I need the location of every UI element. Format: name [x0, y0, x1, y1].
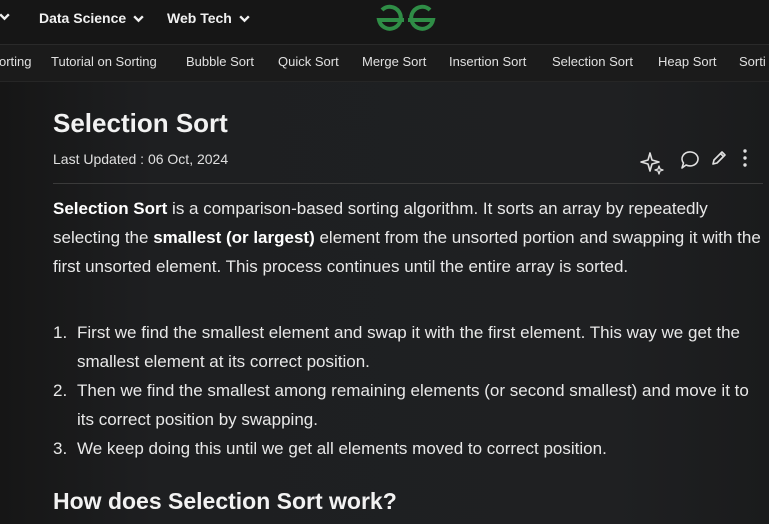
topnav-item-data-science[interactable]: Data Science — [39, 10, 145, 26]
gfg-logo[interactable] — [374, 3, 438, 35]
chevron-down-icon — [239, 14, 250, 22]
subnav-item-partial[interactable]: Sorti — [739, 54, 766, 69]
more-vertical-icon[interactable] — [739, 148, 751, 168]
list-item: 3. We keep doing this until we get all e… — [53, 434, 765, 463]
subnav-item-heap-sort[interactable]: Heap Sort — [658, 54, 717, 69]
article-content: Selection Sort Last Updated : 06 Oct, 20… — [0, 82, 769, 524]
list-text: First we find the smallest element and s… — [77, 323, 740, 371]
list-item: 1. First we find the smallest element an… — [53, 318, 765, 376]
page-title: Selection Sort — [53, 108, 228, 138]
list-text: Then we find the smallest among remainin… — [77, 381, 749, 429]
list-text: We keep doing this until we get all elem… — [77, 439, 607, 458]
topnav-item-web-tech[interactable]: Web Tech — [167, 10, 251, 26]
last-updated: Last Updated : 06 Oct, 2024 — [53, 151, 229, 167]
intro-bold-phrase: smallest (or largest) — [153, 228, 315, 247]
comment-icon[interactable] — [680, 150, 702, 170]
subnav-item-bubble-sort[interactable]: Bubble Sort — [186, 54, 254, 69]
list-number: 3. — [53, 439, 68, 458]
steps-list: 1. First we find the smallest element an… — [53, 318, 765, 463]
subnav-item-sorting-partial[interactable]: orting — [0, 54, 32, 69]
section-heading: How does Selection Sort work? — [53, 488, 397, 514]
subnav-item-selection-sort[interactable]: Selection Sort — [552, 54, 633, 69]
topnav-label: Web Tech — [167, 10, 232, 26]
topnav-item-partial[interactable] — [0, 10, 11, 23]
subnav-item-insertion-sort[interactable]: Insertion Sort — [449, 54, 526, 69]
list-number: 1. — [53, 323, 68, 342]
list-number: 2. — [53, 381, 68, 400]
list-item: 2. Then we find the smallest among remai… — [53, 376, 765, 434]
sub-navbar: orting Tutorial on Sorting Bubble Sort Q… — [0, 45, 769, 82]
intro-bold-term: Selection Sort — [53, 199, 168, 218]
chevron-down-icon — [0, 13, 10, 21]
chevron-down-icon — [133, 14, 144, 22]
top-navbar: Data Science Web Tech — [0, 0, 769, 45]
subnav-item-merge-sort[interactable]: Merge Sort — [362, 54, 426, 69]
subnav-item-quick-sort[interactable]: Quick Sort — [278, 54, 339, 69]
edit-pencil-icon[interactable] — [710, 149, 728, 167]
title-divider — [53, 183, 763, 184]
sparkle-ai-icon[interactable] — [640, 150, 666, 176]
topnav-label: Data Science — [39, 10, 127, 26]
subnav-item-tutorial-on-sorting[interactable]: Tutorial on Sorting — [51, 54, 157, 69]
intro-paragraph: Selection Sort is a comparison-based sor… — [53, 194, 765, 281]
